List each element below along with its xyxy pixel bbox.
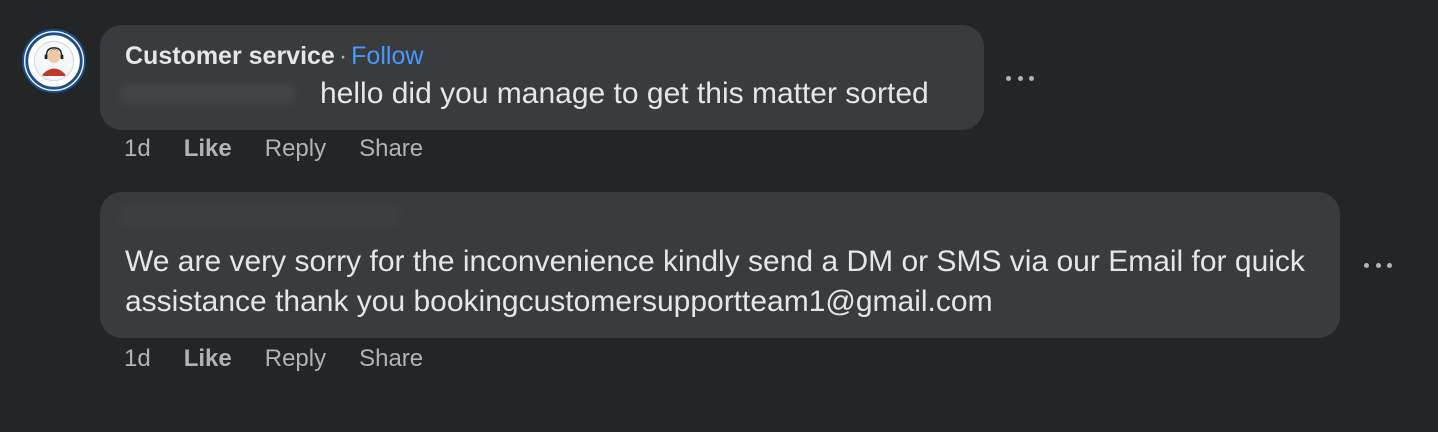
timestamp[interactable]: 1d xyxy=(124,134,151,164)
author-name[interactable]: Customer service xyxy=(125,42,335,70)
customer-service-logo-icon xyxy=(25,32,83,90)
comment-text: We are very sorry for the inconvenience … xyxy=(125,245,1305,318)
comment-thread: Customer service · Follow hello did you ma… xyxy=(0,0,1438,432)
timestamp[interactable]: 1d xyxy=(124,344,151,374)
like-button[interactable]: Like xyxy=(184,134,232,164)
redacted-tag xyxy=(120,83,295,105)
share-button[interactable]: Share xyxy=(359,344,423,374)
separator-dot: · xyxy=(338,42,348,70)
follow-button[interactable]: Follow xyxy=(351,42,423,70)
comment-text: hello did you manage to get this matter … xyxy=(320,77,929,110)
comment-actions: 1d Like Reply Share xyxy=(124,134,456,164)
like-button[interactable]: Like xyxy=(184,344,232,374)
share-button[interactable]: Share xyxy=(359,134,423,164)
reply-button[interactable]: Reply xyxy=(265,344,326,374)
comment-actions: 1d Like Reply Share xyxy=(124,344,456,374)
more-options-icon[interactable] xyxy=(1364,255,1392,275)
comment-bubble: Customer service · Follow hello did you ma… xyxy=(100,25,984,130)
redacted-author-name xyxy=(120,206,400,226)
more-options-icon[interactable] xyxy=(1006,68,1034,88)
comment-header: Customer service · Follow xyxy=(125,41,423,71)
comment-bubble: We are very sorry for the inconvenience … xyxy=(100,192,1340,338)
avatar[interactable] xyxy=(22,29,86,93)
reply-button[interactable]: Reply xyxy=(265,134,326,164)
